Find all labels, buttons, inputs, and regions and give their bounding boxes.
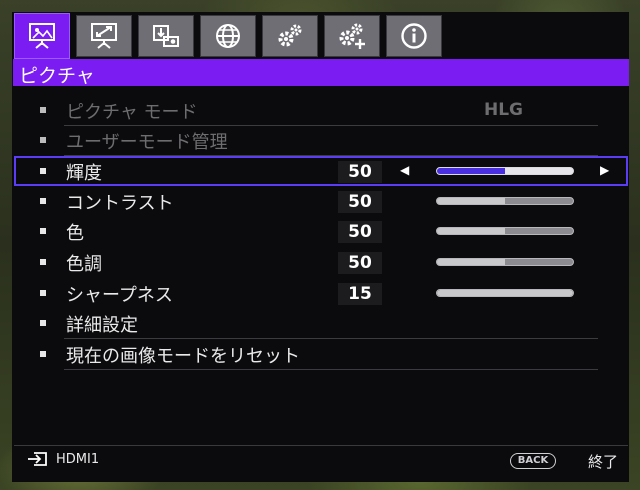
advanced-settings-icon bbox=[339, 23, 365, 49]
menu-item-tint[interactable]: 色調 50 bbox=[14, 248, 628, 278]
info-icon bbox=[401, 23, 427, 49]
footer-divider bbox=[14, 445, 628, 446]
menu-item-user-mode-management[interactable]: ユーザーモード管理 bbox=[14, 126, 628, 156]
divider bbox=[64, 369, 598, 370]
menu-item-label: シャープネス bbox=[66, 285, 173, 306]
menu-item-label: 現在の画像モードをリセット bbox=[66, 346, 300, 367]
current-source: HDMI1 bbox=[56, 452, 100, 467]
globe-icon bbox=[216, 24, 240, 48]
bullet bbox=[40, 107, 46, 113]
color-slider[interactable] bbox=[436, 227, 574, 235]
bullet bbox=[40, 320, 46, 326]
menu-item-label: 詳細設定 bbox=[66, 315, 138, 336]
tab-system[interactable] bbox=[200, 15, 256, 57]
tab-installation[interactable] bbox=[138, 15, 194, 57]
bullet bbox=[40, 198, 46, 204]
menu-item-label: コントラスト bbox=[66, 193, 174, 214]
menu-item-reset-picture-mode[interactable]: 現在の画像モードをリセット bbox=[14, 340, 628, 370]
menu-item-sharpness[interactable]: シャープネス 15 bbox=[14, 279, 628, 309]
back-button[interactable]: BACK bbox=[510, 453, 556, 469]
bullet bbox=[40, 137, 46, 143]
settings-icon bbox=[278, 24, 302, 47]
tab-settings[interactable] bbox=[262, 15, 318, 57]
menu-item-picture-mode[interactable]: ピクチャ モード HLG bbox=[14, 96, 628, 126]
tab-advanced-settings[interactable] bbox=[324, 15, 380, 57]
tint-value: 50 bbox=[338, 252, 382, 274]
slider-fill bbox=[437, 198, 505, 204]
sharpness-value: 15 bbox=[338, 283, 382, 305]
slider-fill bbox=[437, 259, 505, 265]
selection-highlight bbox=[14, 156, 628, 186]
source-input-icon bbox=[26, 451, 48, 471]
menu-item-label: 色 bbox=[66, 223, 84, 244]
installation-icon bbox=[153, 25, 179, 47]
menu-item-advanced[interactable]: 詳細設定 bbox=[14, 309, 628, 339]
tab-picture[interactable] bbox=[14, 13, 70, 59]
menu-item-label: ユーザーモード管理 bbox=[66, 132, 228, 153]
divider bbox=[64, 338, 598, 339]
menu-item-label: 色調 bbox=[66, 254, 102, 275]
sharpness-slider[interactable] bbox=[436, 289, 574, 297]
picture-icon bbox=[29, 23, 55, 49]
tab-information[interactable] bbox=[386, 15, 442, 57]
tab-display[interactable] bbox=[76, 15, 132, 57]
menu-item-contrast[interactable]: コントラスト 50 bbox=[14, 187, 628, 217]
slider-fill bbox=[437, 290, 573, 296]
slider-fill bbox=[437, 228, 505, 234]
menu-title-bar: ピクチャ bbox=[13, 59, 629, 87]
contrast-slider[interactable] bbox=[436, 197, 574, 205]
page-title: ピクチャ bbox=[19, 65, 95, 87]
color-value: 50 bbox=[338, 221, 382, 243]
bullet bbox=[40, 290, 46, 296]
contrast-value: 50 bbox=[338, 191, 382, 213]
exit-label: 終了 bbox=[588, 453, 619, 471]
picture-mode-value: HLG bbox=[484, 100, 524, 120]
tint-slider[interactable] bbox=[436, 258, 574, 266]
menu-item-color[interactable]: 色 50 bbox=[14, 217, 628, 247]
bullet bbox=[40, 259, 46, 265]
bullet bbox=[40, 228, 46, 234]
bullet bbox=[40, 351, 46, 357]
display-icon bbox=[91, 23, 117, 49]
menu-item-label: ピクチャ モード bbox=[66, 102, 198, 123]
